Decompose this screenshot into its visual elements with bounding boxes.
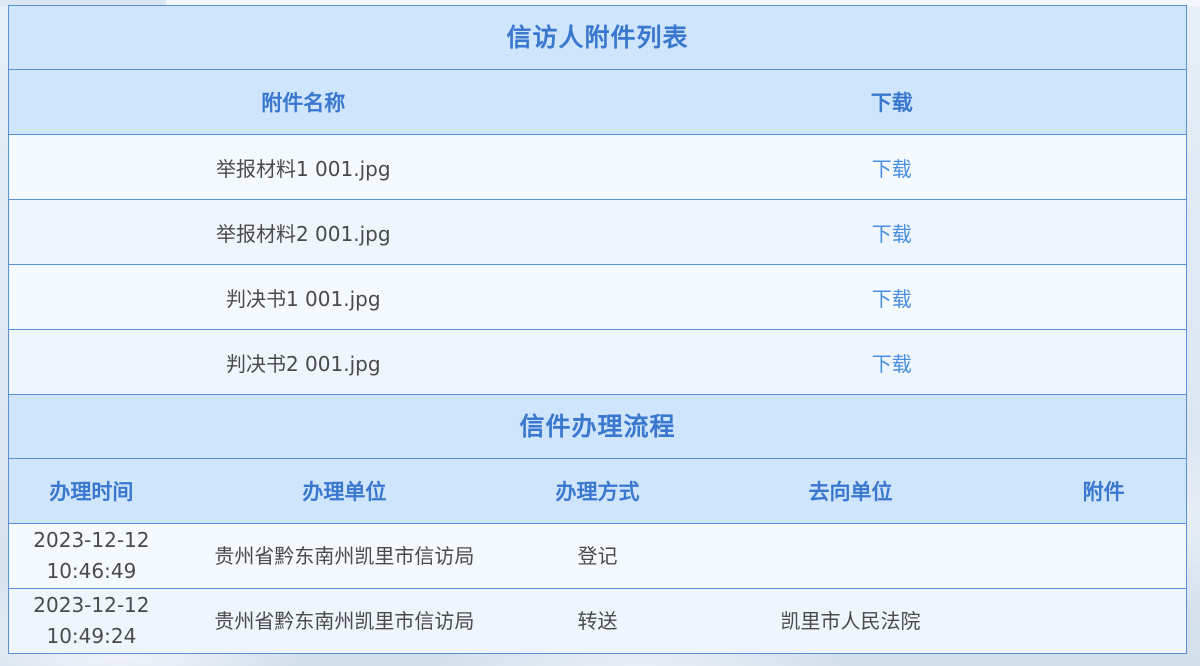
- detail-panel: 信访人附件列表 附件名称 下载 举报材料1 001.jpg 下载 举报材料2 0…: [8, 5, 1187, 654]
- attachment-file-name: 举报材料1 001.jpg: [9, 134, 598, 200]
- process-attachment: [1021, 523, 1186, 589]
- process-destination: 凯里市人民法院: [679, 588, 1022, 654]
- process-section-title: 信件办理流程: [9, 395, 1186, 459]
- process-attachment: [1021, 588, 1186, 654]
- process-method: 转送: [515, 588, 680, 654]
- attachment-row: 判决书2 001.jpg 下载: [9, 329, 1186, 395]
- attachment-name-header: 附件名称: [9, 70, 598, 135]
- process-unit-header: 办理单位: [173, 459, 516, 524]
- attachment-download-cell: 下载: [597, 329, 1186, 395]
- process-attachment-header: 附件: [1021, 459, 1186, 524]
- attachments-header-row: 附件名称 下载: [9, 70, 1186, 135]
- process-time-header: 办理时间: [9, 459, 174, 524]
- process-unit: 贵州省黔东南州凯里市信访局: [173, 588, 516, 654]
- process-date: 2023-12-12: [33, 528, 150, 552]
- attachment-file-name: 判决书1 001.jpg: [9, 264, 598, 330]
- attachment-download-header: 下载: [597, 70, 1186, 135]
- process-clock: 10:49:24: [46, 624, 137, 648]
- process-destination-header: 去向单位: [679, 459, 1022, 524]
- process-method: 登记: [515, 523, 680, 589]
- attachment-download-cell: 下载: [597, 199, 1186, 265]
- attachment-row: 举报材料1 001.jpg 下载: [9, 134, 1186, 200]
- download-link[interactable]: 下载: [872, 157, 912, 181]
- download-link[interactable]: 下载: [872, 222, 912, 246]
- process-clock: 10:46:49: [46, 559, 137, 583]
- download-link[interactable]: 下载: [872, 352, 912, 376]
- process-time-cell: 2023-12-12 10:46:49: [9, 523, 174, 589]
- process-destination: [679, 523, 1022, 589]
- attachment-download-cell: 下载: [597, 134, 1186, 200]
- process-row: 2023-12-12 10:49:24 贵州省黔东南州凯里市信访局 转送 凯里市…: [9, 588, 1186, 654]
- process-method-header: 办理方式: [515, 459, 680, 524]
- process-unit: 贵州省黔东南州凯里市信访局: [173, 523, 516, 589]
- attachment-download-cell: 下载: [597, 264, 1186, 330]
- process-header-row: 办理时间 办理单位 办理方式 去向单位 附件: [9, 459, 1186, 524]
- attachment-row: 举报材料2 001.jpg 下载: [9, 199, 1186, 265]
- process-date: 2023-12-12: [33, 593, 150, 617]
- attachments-table: 附件名称 下载 举报材料1 001.jpg 下载 举报材料2 001.jpg 下…: [9, 70, 1186, 395]
- attachment-file-name: 举报材料2 001.jpg: [9, 199, 598, 265]
- attachment-file-name: 判决书2 001.jpg: [9, 329, 598, 395]
- process-table: 办理时间 办理单位 办理方式 去向单位 附件 2023-12-12 10:46:…: [9, 459, 1186, 654]
- download-link[interactable]: 下载: [872, 287, 912, 311]
- process-row: 2023-12-12 10:46:49 贵州省黔东南州凯里市信访局 登记: [9, 523, 1186, 589]
- attachments-section-title: 信访人附件列表: [9, 6, 1186, 70]
- process-time-cell: 2023-12-12 10:49:24: [9, 588, 174, 654]
- attachment-row: 判决书1 001.jpg 下载: [9, 264, 1186, 330]
